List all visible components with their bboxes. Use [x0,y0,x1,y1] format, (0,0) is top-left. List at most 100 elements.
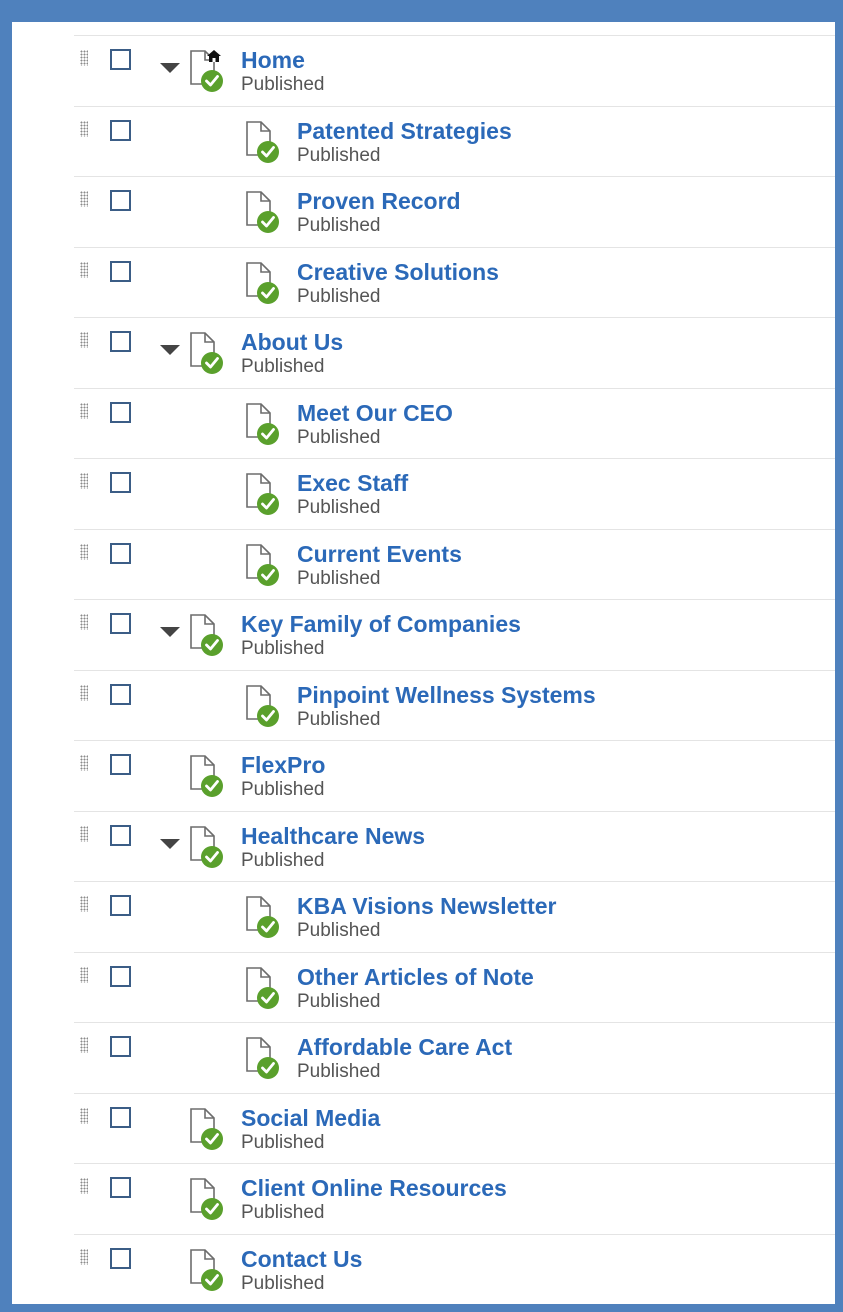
drag-handle-icon[interactable] [80,614,88,630]
tree-row[interactable]: Creative Solutions Published [74,246,835,318]
row-checkbox[interactable] [110,1247,131,1269]
page-entry: KBA Visions Newsletter Published [297,892,556,942]
page-title-link[interactable]: Pinpoint Wellness Systems [297,681,596,709]
page-entry: Affordable Care Act Published [297,1033,512,1083]
tree-row[interactable]: FlexPro Published [74,740,835,811]
tree-row[interactable]: Client Online Resources Published [74,1163,835,1234]
tree-row[interactable]: Pinpoint Wellness Systems Published [74,669,835,741]
tree-row[interactable]: Proven Record Published [74,176,835,247]
drag-handle-icon[interactable] [80,1248,88,1265]
drag-handle-icon[interactable] [80,966,88,983]
page-entry: FlexPro Published [241,751,325,801]
tree-row[interactable]: Patented Strategies Published [74,105,835,177]
caret-down-icon[interactable] [160,838,180,849]
page-status: Published [297,567,381,589]
page-title-link[interactable]: Healthcare News [241,822,425,850]
row-checkbox[interactable] [110,895,131,916]
page-published-icon [244,190,282,234]
drag-handle-icon[interactable] [80,1178,88,1194]
row-checkbox[interactable] [110,190,131,211]
row-checkbox[interactable] [110,401,131,423]
drag-handle-icon[interactable] [80,332,88,348]
page-status: Published [297,1061,381,1082]
page-published-icon [244,472,282,516]
row-checkbox[interactable] [110,260,131,282]
page-title-link[interactable]: Home [241,46,324,74]
tree-row[interactable]: Exec Staff Published [74,458,835,529]
row-checkbox[interactable] [110,1177,131,1198]
tree-row[interactable]: Contact Us Published [74,1233,835,1305]
tree-row[interactable]: About Us Published [74,317,835,388]
page-title-link[interactable]: Other Articles of Note [297,963,534,991]
page-status: Published [241,356,325,377]
row-checkbox[interactable] [110,683,131,705]
tree-row[interactable]: Home Published [74,35,835,106]
row-checkbox[interactable] [110,542,131,564]
page-status: Published [241,638,325,659]
row-checkbox[interactable] [110,119,131,141]
drag-handle-icon[interactable] [80,825,88,842]
drag-handle-icon[interactable] [80,684,88,701]
caret-down-icon[interactable] [160,627,180,637]
page-title-link[interactable]: Affordable Care Act [297,1033,512,1061]
drag-handle-icon[interactable] [80,402,88,419]
drag-handle-icon[interactable] [80,755,88,771]
row-checkbox[interactable] [110,965,131,987]
page-tree: Home Published Patented Strategies Publishe… [74,35,835,1304]
page-published-icon [188,1177,226,1221]
page-entry: Pinpoint Wellness Systems Published [297,681,596,731]
tree-row[interactable]: Healthcare News Published [74,810,835,882]
page-title-link[interactable]: Meet Our CEO [297,399,453,427]
page-entry: Other Articles of Note Published [297,963,534,1013]
drag-handle-icon[interactable] [80,120,88,137]
page-published-icon [244,543,282,587]
page-title-link[interactable]: KBA Visions Newsletter [297,892,556,920]
drag-handle-icon[interactable] [80,1107,88,1124]
row-checkbox[interactable] [110,1036,131,1057]
row-checkbox[interactable] [110,49,131,70]
row-checkbox[interactable] [110,613,131,634]
page-title-link[interactable]: Social Media [241,1104,380,1132]
page-title-link[interactable]: Contact Us [241,1245,362,1273]
page-published-icon [244,120,282,164]
page-published-icon [188,1248,226,1292]
page-title-link[interactable]: Creative Solutions [297,258,499,286]
drag-handle-icon[interactable] [80,896,88,912]
drag-handle-icon[interactable] [80,50,88,66]
tree-row[interactable]: Social Media Published [74,1092,835,1164]
tree-row[interactable]: Key Family of Companies Published [74,599,835,670]
caret-down-icon[interactable] [160,345,180,355]
page-title-link[interactable]: Proven Record [297,187,461,215]
tree-row[interactable]: KBA Visions Newsletter Published [74,881,835,952]
page-entry: Client Online Resources Published [241,1174,507,1224]
page-title-link[interactable]: Exec Staff [297,469,408,497]
row-checkbox[interactable] [110,472,131,493]
tree-row[interactable]: Meet Our CEO Published [74,387,835,459]
page-status: Published [297,426,381,448]
drag-handle-icon[interactable] [80,191,88,207]
tree-row[interactable]: Affordable Care Act Published [74,1022,835,1093]
tree-row[interactable]: Other Articles of Note Published [74,951,835,1023]
page-title-link[interactable]: About Us [241,328,343,356]
page-title-link[interactable]: Client Online Resources [241,1174,507,1202]
row-checkbox[interactable] [110,1106,131,1128]
page-status: Published [297,708,381,730]
caret-down-icon[interactable] [160,63,180,73]
tree-row[interactable]: Current Events Published [74,528,835,600]
page-title-link[interactable]: Current Events [297,540,462,568]
page-status: Published [241,1202,325,1223]
page-title-link[interactable]: Patented Strategies [297,117,512,145]
drag-handle-icon[interactable] [80,261,88,278]
page-published-icon [244,895,282,939]
page-status: Published [297,144,381,166]
drag-handle-icon[interactable] [80,1037,88,1053]
drag-handle-icon[interactable] [80,543,88,560]
page-title-link[interactable]: Key Family of Companies [241,610,521,638]
page-status: Published [297,285,381,307]
drag-handle-icon[interactable] [80,473,88,489]
page-entry: Contact Us Published [241,1245,362,1295]
row-checkbox[interactable] [110,754,131,775]
row-checkbox[interactable] [110,824,131,846]
row-checkbox[interactable] [110,331,131,352]
page-title-link[interactable]: FlexPro [241,751,325,779]
